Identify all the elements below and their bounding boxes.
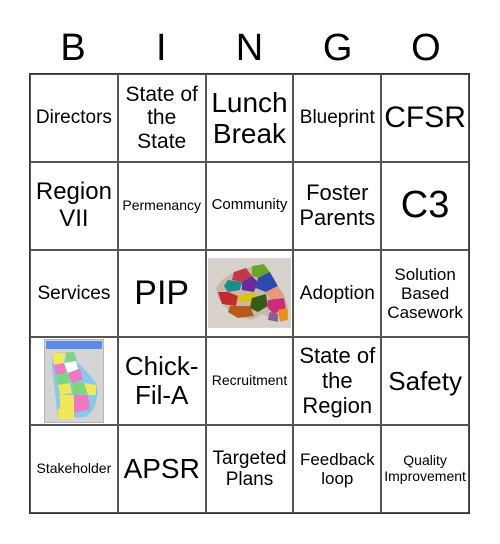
bingo-card-grid: Directors State of the State Lunch Break Bl…	[29, 73, 470, 514]
bingo-cell[interactable]: Directors	[30, 74, 118, 162]
bingo-cell[interactable]: Safety	[381, 337, 469, 426]
bingo-cell-text: State of the State	[125, 82, 198, 153]
bingo-cell-text: Region VII	[35, 177, 112, 232]
header-letter-n: N	[235, 27, 264, 69]
region-map-photo-icon	[207, 258, 292, 329]
bingo-cell-text: C3	[400, 184, 450, 227]
bingo-cell[interactable]: Community	[205, 161, 294, 250]
header-letter-i: I	[156, 27, 167, 69]
bingo-cell-text: Feedback loop	[299, 450, 375, 489]
bingo-cell[interactable]: Blueprint	[293, 74, 382, 162]
bingo-cell-text: PIP	[134, 274, 190, 313]
bingo-cell-text: Safety	[388, 365, 462, 396]
bingo-cell[interactable]: State of the State	[117, 74, 206, 162]
bingo-cell-text: Blueprint	[299, 107, 375, 129]
bingo-cell-text: Lunch Break	[211, 86, 288, 149]
bingo-cell[interactable]	[30, 337, 118, 426]
bingo-cell-text: Targeted Plans	[212, 447, 287, 491]
bingo-cell[interactable]: Services	[30, 249, 118, 338]
georgia-regions-map-icon	[43, 339, 104, 424]
bingo-cell[interactable]: Solution Based Casework	[381, 249, 469, 338]
bingo-cell[interactable]: C3	[381, 161, 469, 250]
bingo-cell-text: APSR	[123, 453, 200, 485]
bingo-cell[interactable]: Adoption	[293, 249, 382, 338]
bingo-cell-text: Services	[37, 282, 111, 304]
bingo-cell[interactable]: Targeted Plans	[205, 425, 294, 513]
bingo-cell-text: Chick-Fil-A	[124, 351, 199, 411]
header-letter-o: O	[411, 27, 441, 69]
bingo-cell[interactable]: State of the Region	[293, 337, 382, 426]
bingo-cell[interactable]: Quality Improvement	[381, 425, 469, 513]
georgia-regions-map	[32, 338, 116, 424]
bingo-cell[interactable]: PIP	[117, 249, 206, 338]
bingo-cell[interactable]	[205, 249, 294, 338]
bingo-cell[interactable]: Region VII	[30, 161, 118, 250]
bingo-cell-text: Directors	[35, 107, 112, 129]
bingo-cell[interactable]: Foster Parents	[293, 161, 382, 250]
region-map-photo	[207, 251, 292, 337]
bingo-cell-text: Foster Parents	[299, 180, 376, 230]
bingo-cell-text: Permenancy	[122, 196, 201, 213]
bingo-cell[interactable]: Lunch Break	[205, 74, 294, 162]
bingo-cell[interactable]: Feedback loop	[293, 425, 382, 513]
bingo-cell-text: Quality Improvement	[384, 452, 466, 485]
bingo-cell[interactable]: Stakeholder	[30, 425, 118, 513]
bingo-cell-text: Adoption	[299, 282, 375, 304]
bingo-cell[interactable]: Recruitment	[205, 337, 294, 426]
bingo-cell[interactable]: Permenancy	[117, 161, 206, 250]
bingo-cell[interactable]: APSR	[117, 425, 206, 513]
header-letter-g: G	[322, 27, 353, 69]
bingo-cell-text: State of the Region	[299, 343, 376, 418]
bingo-cell[interactable]: Chick-Fil-A	[117, 337, 206, 426]
bingo-cell-text: Recruitment	[211, 372, 288, 389]
bingo-cell-text: Stakeholder	[36, 460, 112, 477]
bingo-cell-text: CFSR	[384, 101, 466, 135]
bingo-cell-text: Solution Based Casework	[387, 264, 463, 322]
bingo-header: B I N G O	[29, 24, 470, 72]
header-letter-b: B	[60, 27, 86, 69]
bingo-cell[interactable]: CFSR	[381, 74, 469, 162]
bingo-cell-text: Community	[211, 196, 288, 214]
